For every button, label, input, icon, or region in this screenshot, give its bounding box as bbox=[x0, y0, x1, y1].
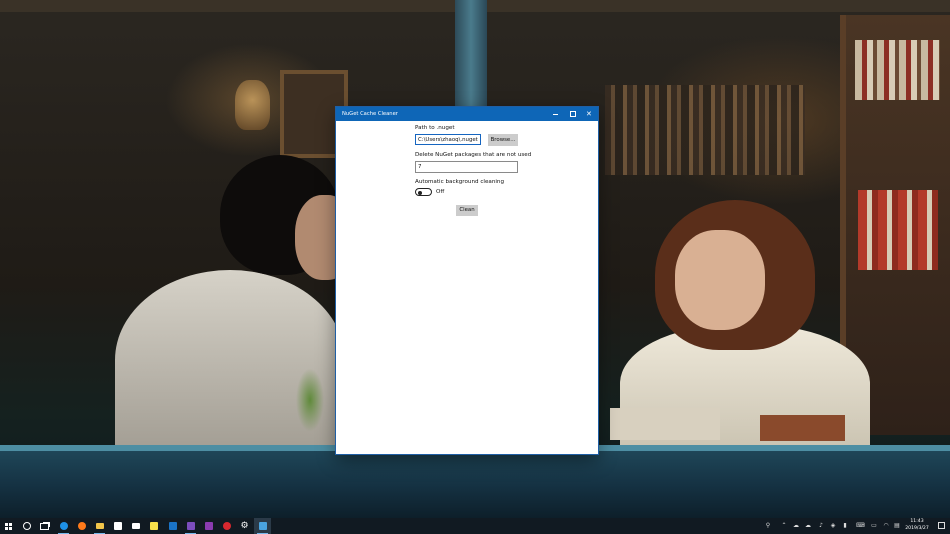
taskbar-sticky-notes[interactable] bbox=[145, 518, 162, 534]
taskbar-settings[interactable]: ⚙ bbox=[236, 518, 253, 534]
store-icon bbox=[113, 522, 122, 530]
taskbar-nuget-cache-cleaner[interactable] bbox=[254, 518, 271, 534]
browse-button[interactable]: Browse... bbox=[488, 134, 518, 146]
taskbar-firefox[interactable] bbox=[73, 518, 90, 534]
taskbar-clock[interactable]: 11:43 2019/3/27 bbox=[900, 519, 934, 532]
auto-cleaning-toggle[interactable] bbox=[415, 188, 432, 196]
mail-icon bbox=[131, 523, 140, 529]
firefox-icon bbox=[77, 522, 86, 530]
maximize-icon bbox=[570, 111, 576, 117]
taskbar-outlook[interactable] bbox=[164, 518, 181, 534]
action-center-icon[interactable] bbox=[938, 522, 945, 529]
cortana-icon bbox=[22, 522, 31, 530]
nuget-cache-cleaner-window: NuGet Cache Cleaner ✕ Path to .nuget Bro… bbox=[336, 107, 598, 454]
taskbar-onenote[interactable] bbox=[200, 518, 217, 534]
folder-icon bbox=[95, 523, 104, 529]
cloud-icon[interactable]: ☁ bbox=[792, 522, 800, 530]
chevron-up-icon[interactable]: ⌃ bbox=[780, 522, 788, 530]
toggle-knob bbox=[418, 190, 422, 195]
taskbar-mail[interactable] bbox=[127, 518, 144, 534]
start-button[interactable] bbox=[0, 518, 17, 534]
taskbar-edge[interactable] bbox=[55, 518, 72, 534]
window-title: NuGet Cache Cleaner bbox=[342, 111, 398, 117]
task-view-icon bbox=[40, 522, 49, 530]
visual-studio-icon bbox=[186, 522, 195, 530]
onedrive-icon[interactable]: ☁ bbox=[804, 522, 812, 530]
minimize-button[interactable] bbox=[547, 107, 564, 121]
taskbar-store[interactable] bbox=[109, 518, 126, 534]
edge-icon bbox=[59, 522, 68, 530]
battery-icon[interactable]: ▮ bbox=[841, 522, 849, 530]
maximize-button[interactable] bbox=[564, 107, 581, 121]
path-label: Path to .nuget bbox=[415, 125, 455, 131]
cortana-button[interactable] bbox=[18, 518, 35, 534]
volume-icon[interactable]: ♪ bbox=[817, 522, 825, 530]
taskbar-red-app[interactable] bbox=[218, 518, 235, 534]
sticky-notes-icon bbox=[149, 522, 158, 530]
close-icon: ✕ bbox=[586, 110, 592, 118]
gear-icon: ⚙ bbox=[240, 520, 249, 531]
taskbar-file-explorer[interactable] bbox=[91, 518, 108, 534]
clock-date: 2019/3/27 bbox=[905, 525, 929, 531]
clean-button[interactable]: Clean bbox=[456, 205, 478, 216]
days-input[interactable] bbox=[415, 161, 518, 173]
display-icon[interactable]: ▭ bbox=[870, 522, 878, 530]
wifi-icon[interactable]: ◠ bbox=[882, 522, 890, 530]
task-view-button[interactable] bbox=[36, 518, 53, 534]
taskbar-visual-studio[interactable] bbox=[182, 518, 199, 534]
title-bar[interactable]: NuGet Cache Cleaner ✕ bbox=[336, 107, 598, 121]
outlook-icon bbox=[168, 522, 177, 530]
taskbar: ⚙ ⚲ ⌃ ☁ ☁ ♪ ◈ ▮ ⌨ ▭ ◠ ▤ 11:43 2019/3/27 bbox=[0, 518, 950, 534]
delete-unused-label: Delete NuGet packages that are not used bbox=[415, 152, 532, 158]
network-icon[interactable]: ◈ bbox=[829, 522, 837, 530]
minimize-icon bbox=[553, 114, 558, 115]
windows-icon bbox=[5, 522, 12, 530]
auto-cleaning-label: Automatic background cleaning bbox=[415, 179, 505, 185]
close-button[interactable]: ✕ bbox=[581, 107, 598, 121]
path-input[interactable] bbox=[415, 134, 481, 145]
people-icon[interactable]: ⚲ bbox=[764, 522, 772, 530]
nuget-icon bbox=[258, 522, 267, 530]
onenote-icon bbox=[204, 522, 213, 530]
keyboard-icon[interactable]: ⌨ bbox=[856, 522, 865, 530]
red-app-icon bbox=[222, 522, 231, 530]
toggle-state-label: Off bbox=[436, 189, 445, 195]
